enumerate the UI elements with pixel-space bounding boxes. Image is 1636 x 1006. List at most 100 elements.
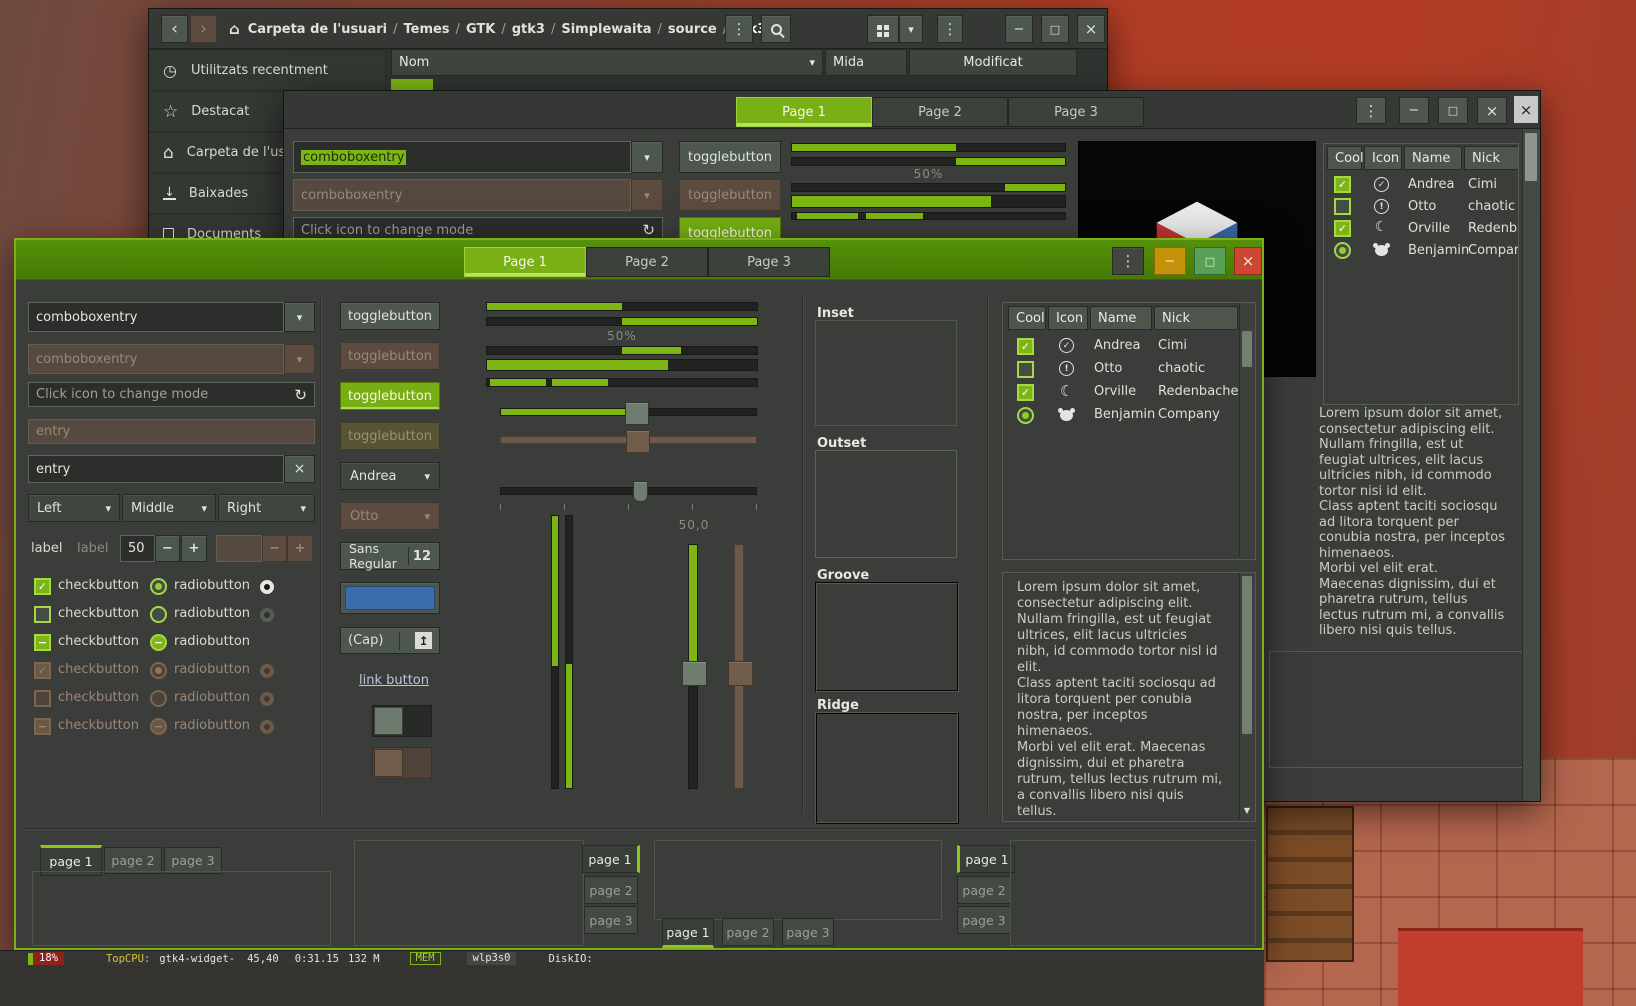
window-menu-button[interactable]: ⋮ (1112, 247, 1144, 275)
breadcrumb-item[interactable]: GTK (466, 22, 495, 37)
notebook4-tab-page1[interactable]: page 1 (957, 845, 1015, 873)
comboboxentry-dropdown-button[interactable]: ▾ (631, 141, 663, 173)
row-checkbox-checked[interactable]: ✓ (1017, 384, 1034, 401)
table-row[interactable]: ✓ ☾ Orville Redenbacher (1324, 218, 1518, 240)
switch-off[interactable] (372, 705, 432, 737)
notebook2-tab-page3[interactable]: page 3 (584, 906, 638, 934)
scale-vertical-handle[interactable] (682, 661, 707, 686)
topcpu-process[interactable]: gtk4-widget- (159, 953, 235, 965)
scale-handle-small[interactable] (633, 481, 648, 502)
table-header-nick[interactable]: Nick (1154, 306, 1238, 330)
checkbutton-checked[interactable]: ✓ (34, 578, 51, 595)
row-checkbox-unchecked[interactable] (1334, 198, 1351, 215)
refresh-icon[interactable]: ↻ (642, 221, 655, 239)
combobox-left[interactable]: Left ▾ (28, 494, 120, 522)
hamburger-menu-button[interactable]: ⋮ (937, 15, 963, 43)
table-header-icon[interactable]: Icon (1364, 146, 1402, 170)
row-radio-selected[interactable] (1017, 407, 1034, 424)
table-row[interactable]: ✓ ☾ Orville Redenbacher (1003, 381, 1239, 404)
table-row[interactable]: ! Otto chaotic (1324, 196, 1518, 218)
taskbar[interactable]: 18% TopCPU: gtk4-widget- 45,40 0:31.15 1… (0, 950, 1264, 966)
radiobutton-unselected[interactable] (150, 606, 167, 623)
scrollbar-thumb[interactable] (1242, 576, 1252, 734)
radiobutton-indeterminate[interactable]: − (150, 634, 167, 651)
table-row[interactable]: Benjamin Company (1324, 240, 1518, 262)
cpu-usage-badge[interactable]: 18% (33, 952, 64, 965)
back-button[interactable]: ‹ (161, 15, 188, 43)
spinbutton-value[interactable]: 50 (120, 535, 155, 562)
minimize-button[interactable]: − (1154, 247, 1186, 275)
entry-clear-button[interactable]: × (284, 455, 315, 483)
row-checkbox-checked[interactable]: ✓ (1334, 176, 1351, 193)
icon-entry[interactable]: Click icon to change mode ↻ (28, 382, 315, 407)
view-grid-button[interactable] (867, 15, 899, 43)
mini-radio-indicator[interactable] (260, 580, 274, 594)
breadcrumb-item[interactable]: Simplewaita (561, 22, 651, 37)
view-options-button[interactable]: ▾ (899, 15, 923, 43)
notebook2-tab-page1[interactable]: page 1 (582, 845, 640, 873)
column-header-size[interactable]: Mida (825, 49, 907, 76)
tab-page1[interactable]: Page 1 (464, 247, 586, 277)
tab-page1[interactable]: Page 1 (736, 97, 872, 127)
peek-close-button[interactable]: × (1514, 96, 1538, 123)
notebook3-tab-page2[interactable]: page 2 (722, 918, 774, 946)
table-row[interactable]: ! Otto chaotic (1003, 358, 1239, 381)
close-button[interactable]: × (1077, 15, 1105, 43)
scrollbar-down-button[interactable]: ▼ (1240, 801, 1254, 819)
refresh-icon[interactable]: ↻ (294, 386, 307, 404)
breadcrumb-item[interactable]: Carpeta de l'usuari (248, 22, 387, 37)
breadcrumb-item[interactable]: Temes (403, 22, 449, 37)
entry[interactable]: entry (28, 455, 284, 483)
row-checkbox-unchecked[interactable] (1017, 361, 1034, 378)
spin-minus-button[interactable]: − (155, 535, 180, 562)
togglebutton[interactable]: togglebutton (340, 302, 440, 330)
table-row[interactable]: Benjamin Company (1003, 404, 1239, 427)
scrollbar-vertical[interactable] (1522, 129, 1540, 802)
tab-page3[interactable]: Page 3 (708, 247, 830, 277)
combobox-right[interactable]: Right ▾ (218, 494, 315, 522)
mem-badge[interactable]: MEM (410, 952, 441, 965)
minimize-button[interactable]: − (1399, 97, 1429, 124)
font-button[interactable]: Sans Regular 12 (340, 542, 440, 570)
link-button[interactable]: link button (359, 673, 429, 688)
table-header-name[interactable]: Name (1090, 306, 1152, 330)
textview[interactable]: Lorem ipsum dolor sit amet, consectetur … (1002, 572, 1256, 822)
tab-page2[interactable]: Page 2 (586, 247, 708, 277)
column-header-modified[interactable]: Modificat (909, 49, 1077, 76)
row-checkbox-checked[interactable]: ✓ (1334, 220, 1351, 237)
mini-radio-indicator[interactable] (260, 608, 274, 622)
comboboxentry-field[interactable]: comboboxentry (293, 141, 631, 173)
table-header-nick[interactable]: Nick (1464, 146, 1519, 170)
combobox[interactable]: Andrea ▾ (340, 462, 440, 490)
togglebutton[interactable]: togglebutton (679, 141, 781, 173)
combobox-middle[interactable]: Middle ▾ (122, 494, 216, 522)
tab-page3[interactable]: Page 3 (1008, 97, 1144, 127)
comboboxentry-field[interactable]: comboboxentry (28, 302, 284, 332)
close-button[interactable]: × (1477, 97, 1507, 124)
notebook4-tab-page3[interactable]: page 3 (957, 906, 1011, 934)
search-button[interactable] (761, 15, 791, 43)
table-header-cool[interactable]: Cool (1327, 146, 1362, 170)
table-scrollbar[interactable] (1239, 303, 1254, 557)
forward-button[interactable]: › (190, 15, 217, 43)
notebook3-tab-page1[interactable]: page 1 (662, 918, 714, 948)
checkbutton-unchecked[interactable] (34, 606, 51, 623)
maximize-button[interactable]: □ (1438, 97, 1468, 124)
checkbutton-indeterminate[interactable]: − (34, 634, 51, 651)
breadcrumb-item[interactable]: source (668, 22, 717, 37)
file-manager-titlebar[interactable]: ‹ › ⌂ Carpeta de l'usuari / Temes / GTK … (149, 9, 1108, 49)
notebook1-tab-page3[interactable]: page 3 (164, 847, 222, 874)
spin-plus-button[interactable]: + (181, 535, 207, 562)
row-checkbox-checked[interactable]: ✓ (1017, 338, 1034, 355)
file-chooser-button[interactable]: (Cap) ↥ (340, 627, 440, 654)
table-header-icon[interactable]: Icon (1048, 306, 1088, 330)
tab-page2[interactable]: Page 2 (872, 97, 1008, 127)
close-button[interactable]: × (1234, 247, 1262, 275)
maximize-button[interactable]: □ (1194, 247, 1226, 275)
table-row[interactable]: ✓ ✓ Andrea Cimi (1003, 335, 1239, 358)
textview-scrollbar[interactable]: ▼ (1239, 573, 1254, 819)
notebook1-tab-page2[interactable]: page 2 (104, 847, 162, 874)
radiobutton-selected[interactable] (150, 578, 167, 595)
network-interface-badge[interactable]: wlp3s0 (467, 952, 517, 965)
breadcrumb[interactable]: ⌂ Carpeta de l'usuari / Temes / GTK / gt… (229, 15, 766, 43)
